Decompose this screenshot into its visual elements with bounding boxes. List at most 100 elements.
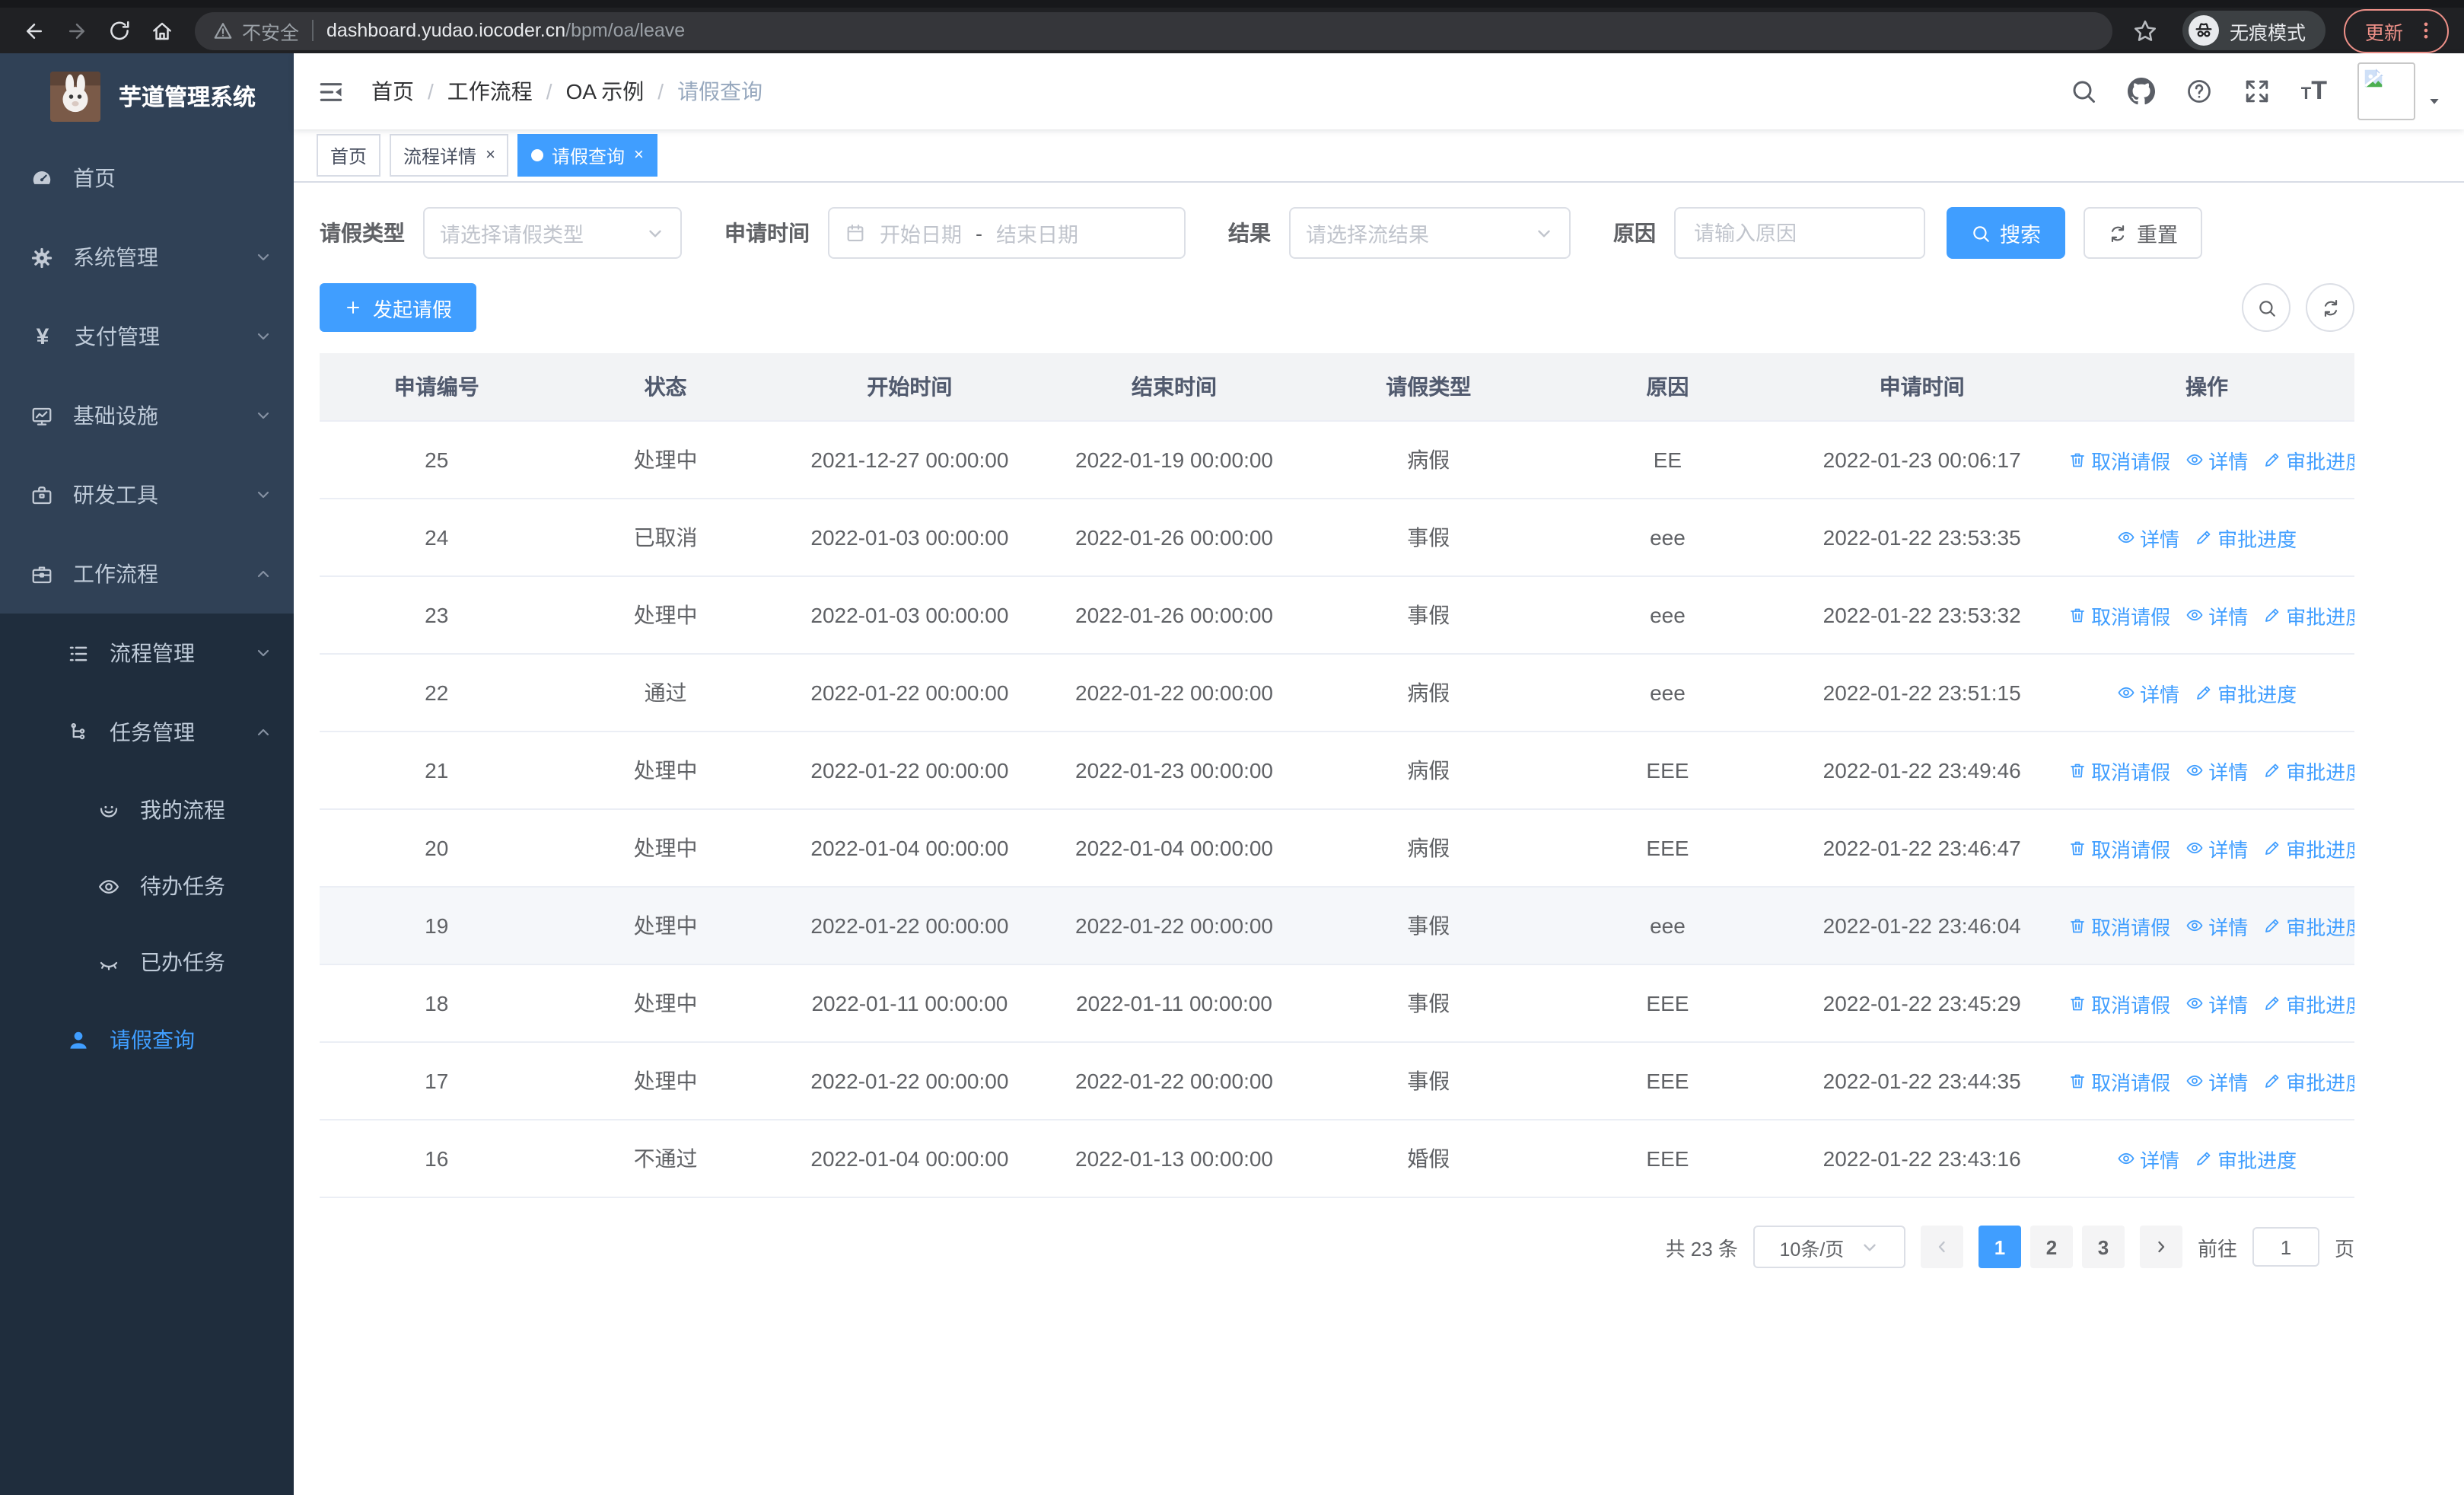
github-icon[interactable] [2128,78,2155,105]
detail-link[interactable]: 详情 [2185,601,2248,630]
sidebar-item-pay[interactable]: ¥ 支付管理 [0,297,294,376]
cell-apply-id: 18 [320,964,554,1043]
detail-link[interactable]: 详情 [2185,1066,2248,1095]
search-button[interactable]: 搜索 [1947,207,2065,259]
next-page-button[interactable] [2139,1226,2182,1268]
cancel-leave-link[interactable]: 取消请假 [2068,989,2170,1018]
fold-menu-icon[interactable] [317,77,345,106]
apply-time-range-picker[interactable]: 开始日期 - 结束日期 [828,207,1186,259]
cell-apply-id: 22 [320,654,554,732]
detail-link[interactable]: 详情 [2185,756,2248,785]
approval-progress-link[interactable]: 审批进度 [2263,445,2354,474]
help-icon[interactable] [2185,78,2213,105]
user-menu-caret-icon[interactable] [2427,94,2441,108]
cell-status: 处理中 [553,809,778,888]
approval-progress-link[interactable]: 审批进度 [2263,911,2354,940]
page-button-2[interactable]: 2 [2029,1226,2073,1268]
sidebar-item-todo-tasks[interactable]: 待办任务 [0,848,294,924]
start-date-placeholder[interactable]: 开始日期 [880,218,962,248]
cancel-leave-link[interactable]: 取消请假 [2068,756,2170,785]
cancel-leave-link[interactable]: 取消请假 [2068,445,2170,474]
breadcrumb-workflow[interactable]: 工作流程 [447,76,533,107]
approval-progress-link[interactable]: 审批进度 [2263,601,2354,630]
tree-icon [67,721,90,744]
cancel-leave-link[interactable]: 取消请假 [2068,834,2170,862]
reload-button[interactable] [100,12,137,49]
sidebar-item-done-tasks[interactable]: 已办任务 [0,924,294,1000]
chevron-down-icon [645,223,665,243]
approval-progress-link[interactable]: 审批进度 [2263,756,2354,785]
breadcrumb-oa-example[interactable]: OA 示例 [566,76,645,107]
page-button-3[interactable]: 3 [2081,1226,2125,1268]
approval-progress-link[interactable]: 审批进度 [2263,1066,2354,1095]
sidebar-item-workflow[interactable]: 工作流程 [0,534,294,614]
cancel-leave-link[interactable]: 取消请假 [2068,911,2170,940]
home-button[interactable] [143,12,180,49]
browser-menu-icon[interactable] [2415,20,2437,41]
font-size-icon[interactable]: TT [2301,78,2327,104]
tab-leave-query[interactable]: 请假查询 × [517,134,657,177]
dashboard-icon [30,167,53,190]
sidebar-item-infra[interactable]: 基础设施 [0,376,294,455]
reset-button[interactable]: 重置 [2084,207,2202,259]
close-icon[interactable]: × [485,146,495,164]
detail-link[interactable]: 详情 [2185,911,2248,940]
approval-progress-link[interactable]: 审批进度 [2263,834,2354,862]
tab-process-detail[interactable]: 流程详情 × [390,134,509,177]
sidebar-item-leave-query[interactable]: 请假查询 [0,1000,294,1079]
forward-button[interactable] [58,12,94,49]
approval-progress-link[interactable]: 审批进度 [2195,678,2297,707]
sidebar-item-process-mgmt[interactable]: 流程管理 [0,614,294,693]
cell-status: 通过 [553,654,778,732]
detail-link[interactable]: 详情 [2185,989,2248,1018]
avatar[interactable] [2357,62,2415,120]
cell-reason: eee [1550,654,1785,732]
back-button[interactable] [15,12,52,49]
create-leave-button[interactable]: 发起请假 [320,283,477,332]
breadcrumb-home[interactable]: 首页 [371,76,414,107]
cancel-leave-link[interactable]: 取消请假 [2068,601,2170,630]
page-size-select[interactable]: 10条/页 [1752,1226,1905,1268]
goto-page-input[interactable] [2252,1227,2319,1267]
cell-leave-type: 病假 [1306,732,1551,810]
sidebar-item-my-process[interactable]: 我的流程 [0,772,294,848]
fullscreen-icon[interactable] [2243,78,2271,105]
detail-link[interactable]: 详情 [2117,523,2179,552]
detail-link[interactable]: 详情 [2185,834,2248,862]
detail-link[interactable]: 详情 [2117,1144,2179,1173]
leave-type-select[interactable]: 请选择请假类型 [423,207,682,259]
cell-reason: eee [1550,499,1785,577]
not-secure-icon[interactable] [213,21,233,40]
approval-progress-link[interactable]: 审批进度 [2263,989,2354,1018]
cancel-leave-link[interactable]: 取消请假 [2068,1066,2170,1095]
sidebar-item-task-mgmt[interactable]: 任务管理 [0,693,294,772]
app-logo-row[interactable]: 芋道管理系统 [0,53,294,139]
close-icon[interactable]: × [634,146,644,164]
page-button-1[interactable]: 1 [1978,1226,2021,1268]
prev-page-button[interactable] [1920,1226,1963,1268]
detail-link[interactable]: 详情 [2117,678,2179,707]
calendar-icon [845,222,866,244]
browser-update-button[interactable]: 更新 [2343,8,2449,53]
detail-link[interactable]: 详情 [2185,445,2248,474]
sidebar-item-home[interactable]: 首页 [0,139,294,218]
address-bar[interactable]: 不安全 dashboard.yudao.iocoder.cn/bpm/oa/le… [195,11,2112,49]
table-row: 22 通过 2022-01-22 00:00:00 2022-01-22 00:… [320,654,2354,732]
eye-icon [2185,1072,2204,1090]
approval-progress-link[interactable]: 审批进度 [2195,523,2297,552]
bookmark-star-icon[interactable] [2128,12,2164,49]
refresh-table-button[interactable] [2306,283,2354,332]
sidebar-item-label: 首页 [73,166,116,190]
tab-home[interactable]: 首页 [317,134,381,177]
end-date-placeholder[interactable]: 结束日期 [996,218,1078,248]
approval-progress-link[interactable]: 审批进度 [2195,1144,2297,1173]
search-icon[interactable] [2070,78,2097,105]
result-select[interactable]: 请选择流结果 [1289,207,1571,259]
reason-input[interactable] [1674,207,1925,259]
sidebar-item-system[interactable]: 系统管理 [0,218,294,297]
toggle-search-button[interactable] [2242,283,2291,332]
cell-status: 处理中 [553,732,778,810]
table-row: 23 处理中 2022-01-03 00:00:00 2022-01-26 00… [320,576,2354,655]
page-unit-label: 页 [2334,1237,2354,1260]
sidebar-item-dev-tools[interactable]: 研发工具 [0,455,294,534]
